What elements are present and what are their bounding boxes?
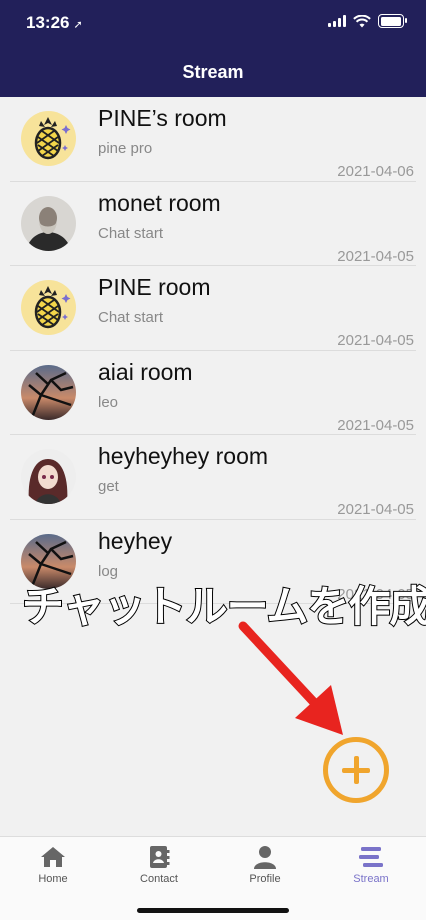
tab-contact[interactable]: Contact	[106, 845, 212, 885]
tab-stream[interactable]: Stream	[318, 845, 424, 885]
contact-book-icon	[150, 846, 170, 868]
tab-home-label: Home	[38, 873, 68, 885]
stream-lines-icon	[359, 847, 383, 867]
home-indicator	[137, 908, 289, 913]
tab-profile[interactable]: Profile	[212, 845, 318, 885]
tab-contact-label: Contact	[140, 873, 178, 885]
tab-profile-label: Profile	[249, 873, 281, 885]
home-icon	[41, 847, 65, 867]
create-room-button[interactable]	[323, 737, 389, 803]
tab-home[interactable]: Home	[0, 845, 106, 885]
person-icon	[254, 846, 276, 869]
tab-stream-label: Stream	[353, 873, 389, 885]
